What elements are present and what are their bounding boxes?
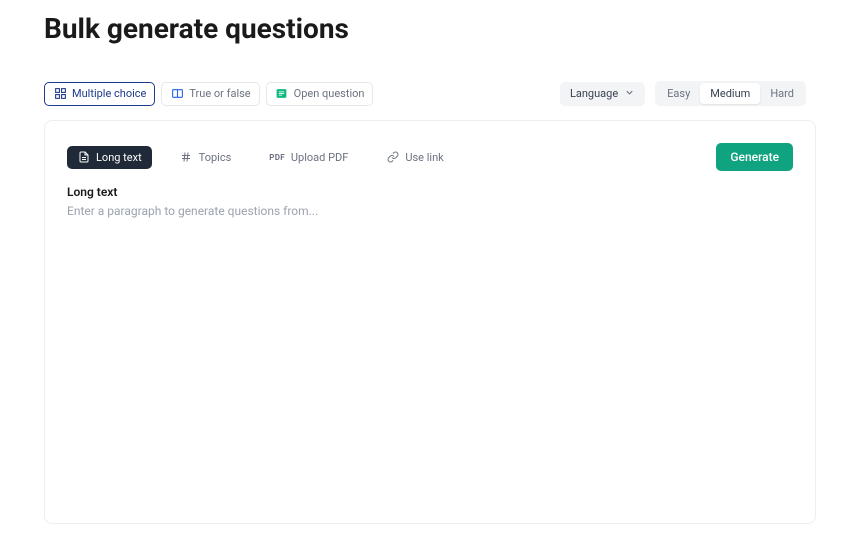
tab-label: Use link (405, 151, 443, 164)
difficulty-hard[interactable]: Hard (760, 83, 804, 104)
controls-row: Multiple choice True or false Open quest… (0, 45, 850, 106)
chevron-down-icon (624, 87, 635, 101)
difficulty-group: Easy Medium Hard (655, 81, 806, 106)
card-header: Long text Topics PDF Upload PDF Use link… (67, 143, 793, 171)
grid-icon (53, 87, 67, 101)
input-card: Long text Topics PDF Upload PDF Use link… (44, 120, 816, 524)
link-icon (386, 151, 399, 164)
tab-upload-pdf[interactable]: PDF Upload PDF (259, 146, 358, 169)
difficulty-medium[interactable]: Medium (700, 83, 760, 104)
question-type-label: Open question (294, 87, 365, 100)
question-type-multiple-choice[interactable]: Multiple choice (44, 82, 155, 106)
difficulty-easy[interactable]: Easy (657, 83, 700, 104)
hash-icon (180, 151, 193, 164)
language-label: Language (570, 87, 618, 100)
question-type-group: Multiple choice True or false Open quest… (44, 82, 373, 106)
page-title: Bulk generate questions (0, 0, 850, 45)
right-controls: Language Easy Medium Hard (560, 81, 806, 106)
input-area: Long text (67, 185, 793, 488)
tab-use-link[interactable]: Use link (376, 146, 453, 169)
tab-label: Long text (96, 151, 142, 164)
tab-label: Topics (199, 151, 232, 164)
input-label: Long text (67, 185, 793, 199)
language-selector[interactable]: Language (560, 82, 645, 106)
question-type-label: True or false (189, 87, 250, 100)
tab-label: Upload PDF (291, 151, 348, 164)
list-icon (275, 87, 289, 101)
question-type-open-question[interactable]: Open question (266, 82, 374, 106)
document-icon (77, 151, 90, 164)
pdf-icon: PDF (269, 153, 285, 162)
input-tabs: Long text Topics PDF Upload PDF Use link (67, 146, 454, 169)
long-text-input[interactable] (67, 204, 793, 484)
columns-icon (170, 87, 184, 101)
tab-long-text[interactable]: Long text (67, 146, 152, 169)
question-type-true-false[interactable]: True or false (161, 82, 259, 106)
generate-button[interactable]: Generate (716, 143, 793, 171)
tab-topics[interactable]: Topics (170, 146, 242, 169)
question-type-label: Multiple choice (72, 87, 146, 100)
